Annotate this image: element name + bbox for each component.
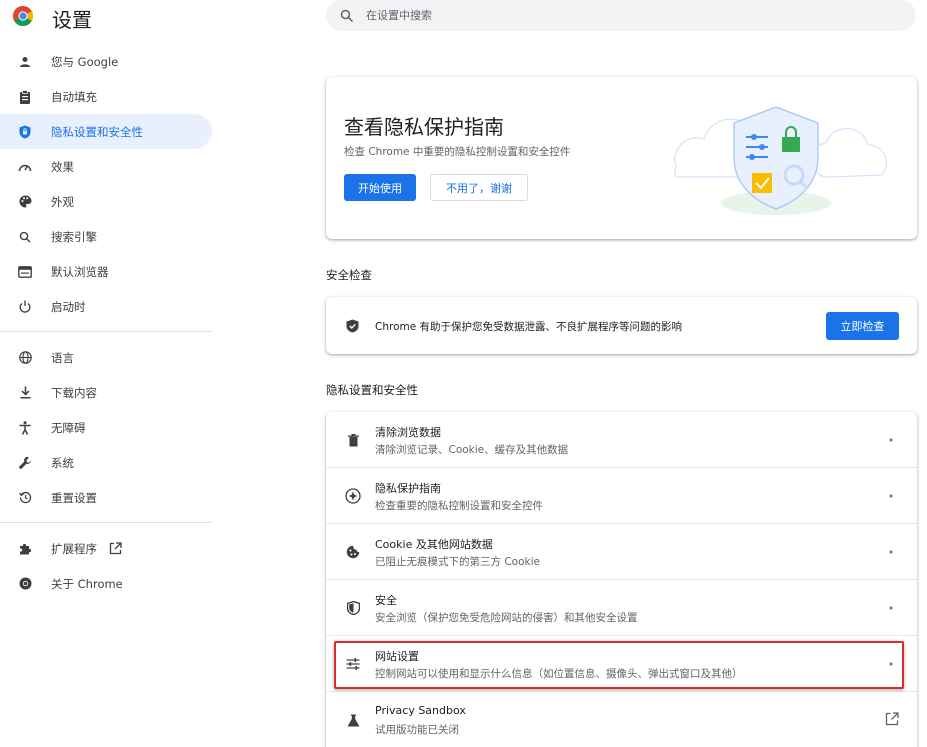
row-subtitle: 控制网站可以使用和显示什么信息（如位置信息、摄像头、弹出式窗口及其他） — [375, 668, 743, 680]
sidebar-item-label: 语言 — [51, 350, 74, 365]
flask-icon — [344, 711, 362, 729]
sidebar-item-privacy-security[interactable]: 隐私设置和安全性 — [0, 114, 212, 149]
privacy-guide-row[interactable]: 隐私保护指南 检查重要的隐私控制设置和安全控件 — [326, 468, 917, 524]
sidebar: 您与 Google 自动填充 隐私设置和安全性 效果 外观 搜索引擎 默认浏览器… — [0, 44, 212, 601]
sidebar-item-performance[interactable]: 效果 — [0, 149, 212, 184]
sidebar-item-label: 自动填充 — [51, 89, 97, 104]
promo-subtitle: 检查 Chrome 中重要的隐私控制设置和安全控件 — [344, 146, 571, 158]
row-subtitle: 安全浏览（保护您免受危险网站的侵害）和其他安全设置 — [375, 612, 638, 624]
compass-plus-icon — [344, 487, 362, 505]
sidebar-item-label: 下载内容 — [51, 385, 97, 400]
search-input[interactable] — [366, 9, 866, 22]
promo-title: 查看隐私保护指南 — [344, 115, 504, 139]
sidebar-item-label: 搜索引擎 — [51, 229, 97, 244]
row-subtitle: 已阻止无痕模式下的第三方 Cookie — [375, 556, 540, 568]
sidebar-item-appearance[interactable]: 外观 — [0, 184, 212, 219]
sidebar-item-label: 效果 — [51, 159, 74, 174]
row-title: 网站设置 — [375, 650, 419, 663]
row-title: Privacy Sandbox — [375, 704, 466, 717]
sidebar-item-label: 启动时 — [51, 299, 86, 314]
search-icon — [17, 229, 33, 245]
sidebar-item-label: 隐私设置和安全性 — [51, 124, 143, 139]
chevron-right-icon — [890, 662, 893, 666]
sidebar-item-system[interactable]: 系统 — [0, 445, 212, 480]
safety-check-heading: 安全检查 — [326, 268, 372, 282]
sliders-icon — [344, 655, 362, 673]
row-title: 隐私保护指南 — [375, 482, 441, 495]
safety-check-description: Chrome 有助于保护您免受数据泄露、不良扩展程序等问题的影响 — [375, 321, 683, 333]
sidebar-item-autofill[interactable]: 自动填充 — [0, 79, 212, 114]
search-bar[interactable] — [326, 0, 916, 31]
accessibility-icon — [17, 420, 33, 436]
person-icon — [17, 54, 33, 70]
sidebar-divider — [0, 331, 212, 332]
chevron-right-icon — [890, 494, 893, 498]
sidebar-item-search-engine[interactable]: 搜索引擎 — [0, 219, 212, 254]
chrome-icon — [17, 576, 33, 592]
sidebar-item-label: 扩展程序 — [51, 541, 97, 556]
safety-check-card: Chrome 有助于保护您免受数据泄露、不良扩展程序等问题的影响 立即检查 — [326, 297, 917, 354]
sidebar-item-you-and-google[interactable]: 您与 Google — [0, 44, 212, 79]
clipboard-icon — [17, 89, 33, 105]
sidebar-item-label: 重置设置 — [51, 490, 97, 505]
sidebar-item-accessibility[interactable]: 无障碍 — [0, 410, 212, 445]
search-icon — [340, 9, 354, 22]
row-title: 清除浏览数据 — [375, 426, 441, 439]
row-subtitle: 清除浏览记录、Cookie、缓存及其他数据 — [375, 444, 569, 456]
reset-history-icon — [17, 490, 33, 506]
clear-browsing-data-row[interactable]: 清除浏览数据 清除浏览记录、Cookie、缓存及其他数据 — [326, 412, 917, 468]
get-started-button[interactable]: 开始使用 — [344, 174, 416, 201]
cookie-icon — [344, 543, 362, 561]
globe-icon — [17, 350, 33, 366]
browser-window-icon — [17, 264, 33, 280]
speedometer-icon — [17, 159, 33, 175]
sidebar-item-reset[interactable]: 重置设置 — [0, 480, 212, 515]
open-in-new-icon — [109, 542, 122, 555]
shield-icon — [344, 599, 362, 617]
sidebar-item-label: 您与 Google — [51, 54, 119, 69]
wrench-icon — [17, 455, 33, 471]
sidebar-item-label: 默认浏览器 — [51, 264, 109, 279]
no-thanks-button[interactable]: 不用了，谢谢 — [430, 174, 528, 201]
download-icon — [17, 385, 33, 401]
shield-icon — [17, 124, 33, 140]
privacy-security-heading: 隐私设置和安全性 — [326, 383, 418, 397]
power-icon — [17, 299, 33, 315]
privacy-settings-list: 清除浏览数据 清除浏览记录、Cookie、缓存及其他数据 隐私保护指南 检查重要… — [326, 412, 917, 747]
privacy-guide-promo-card: 查看隐私保护指南 检查 Chrome 中重要的隐私控制设置和安全控件 开始使用 … — [326, 77, 917, 239]
trash-icon — [344, 431, 362, 449]
sidebar-item-extensions[interactable]: 扩展程序 — [0, 531, 212, 566]
privacy-guide-illustration — [674, 106, 888, 215]
shield-check-icon — [346, 319, 359, 333]
sidebar-item-default-browser[interactable]: 默认浏览器 — [0, 254, 212, 289]
open-in-new-icon — [885, 712, 899, 726]
cookies-row[interactable]: Cookie 及其他网站数据 已阻止无痕模式下的第三方 Cookie — [326, 524, 917, 580]
row-subtitle: 试用版功能已关闭 — [375, 724, 459, 736]
chevron-right-icon — [890, 438, 893, 442]
chrome-logo-icon — [13, 6, 33, 26]
palette-icon — [17, 194, 33, 210]
sidebar-item-on-startup[interactable]: 启动时 — [0, 289, 212, 324]
chevron-right-icon — [890, 550, 893, 554]
row-subtitle: 检查重要的隐私控制设置和安全控件 — [375, 500, 543, 512]
puzzle-icon — [17, 541, 33, 557]
sidebar-item-label: 关于 Chrome — [51, 576, 123, 591]
sidebar-item-languages[interactable]: 语言 — [0, 340, 212, 375]
privacy-sandbox-row[interactable]: Privacy Sandbox 试用版功能已关闭 — [326, 692, 917, 747]
site-settings-row[interactable]: 网站设置 控制网站可以使用和显示什么信息（如位置信息、摄像头、弹出式窗口及其他） — [326, 636, 917, 692]
sidebar-item-about-chrome[interactable]: 关于 Chrome — [0, 566, 212, 601]
chevron-right-icon — [890, 606, 893, 610]
sidebar-item-label: 系统 — [51, 455, 74, 470]
sidebar-item-downloads[interactable]: 下载内容 — [0, 375, 212, 410]
sidebar-item-label: 外观 — [51, 194, 74, 209]
sidebar-divider — [0, 522, 212, 523]
sidebar-item-label: 无障碍 — [51, 420, 86, 435]
row-title: 安全 — [375, 594, 397, 607]
check-now-button[interactable]: 立即检查 — [826, 312, 899, 340]
security-row[interactable]: 安全 安全浏览（保护您免受危险网站的侵害）和其他安全设置 — [326, 580, 917, 636]
row-title: Cookie 及其他网站数据 — [375, 538, 493, 551]
page-title: 设置 — [52, 8, 92, 32]
